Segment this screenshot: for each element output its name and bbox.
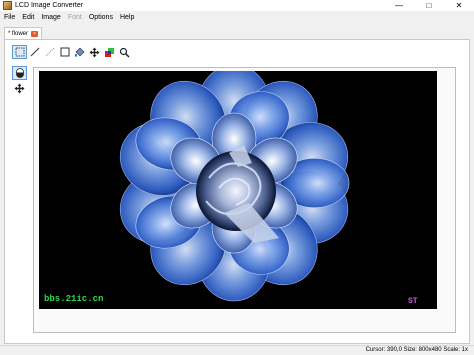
pan-icon[interactable] <box>12 81 27 95</box>
rectangle-icon[interactable] <box>57 45 72 59</box>
menu-file[interactable]: File <box>4 14 15 21</box>
menu-font[interactable]: Font <box>68 14 82 21</box>
maximize-button[interactable]: □ <box>414 0 444 11</box>
minimize-button[interactable]: — <box>384 0 414 11</box>
status-size: Size: 800x480 <box>403 347 442 353</box>
close-icon[interactable]: × <box>31 30 39 37</box>
close-button[interactable]: ✕ <box>444 0 474 11</box>
menu-options[interactable]: Options <box>89 14 113 21</box>
line-icon[interactable] <box>27 45 42 59</box>
select-rect-icon[interactable] <box>12 45 27 59</box>
tab-bar: * flower × <box>4 27 43 39</box>
watermark-left: bbs.21ic.cn <box>44 294 103 304</box>
status-info: Cursor: 390,0 Size: 800x480 Scale: 1x <box>366 347 468 353</box>
move-icon[interactable] <box>87 45 102 59</box>
menu-edit[interactable]: Edit <box>22 14 34 21</box>
zoom-icon[interactable] <box>117 45 132 59</box>
tab-label: * flower <box>8 30 29 37</box>
tools-toolbar <box>12 45 132 59</box>
window-controls: — □ ✕ <box>384 0 474 11</box>
status-bar: Cursor: 390,0 Size: 800x480 Scale: 1x <box>0 345 474 355</box>
fill-icon[interactable] <box>72 45 87 59</box>
mouse-icon[interactable] <box>12 66 27 80</box>
window-title: LCD Image Converter <box>15 2 84 9</box>
status-cursor: Cursor: 390,0 <box>365 347 402 353</box>
image-canvas[interactable]: bbs.21ic.cn ST <box>39 71 437 309</box>
menu-bar: File Edit Image Font Options Help <box>0 11 474 23</box>
menu-help[interactable]: Help <box>120 14 134 21</box>
color-icon[interactable] <box>102 45 117 59</box>
side-toolbar <box>12 66 27 96</box>
status-scale: Scale: 1x <box>443 347 468 353</box>
title-bar: LCD Image Converter — □ ✕ <box>0 0 474 11</box>
app-icon <box>3 1 12 10</box>
pen-icon[interactable] <box>42 45 57 59</box>
menu-image[interactable]: Image <box>41 14 60 21</box>
flower-image: bbs.21ic.cn ST <box>44 71 418 306</box>
watermark-right: ST <box>408 297 418 306</box>
tab-flower[interactable]: * flower × <box>4 27 43 39</box>
